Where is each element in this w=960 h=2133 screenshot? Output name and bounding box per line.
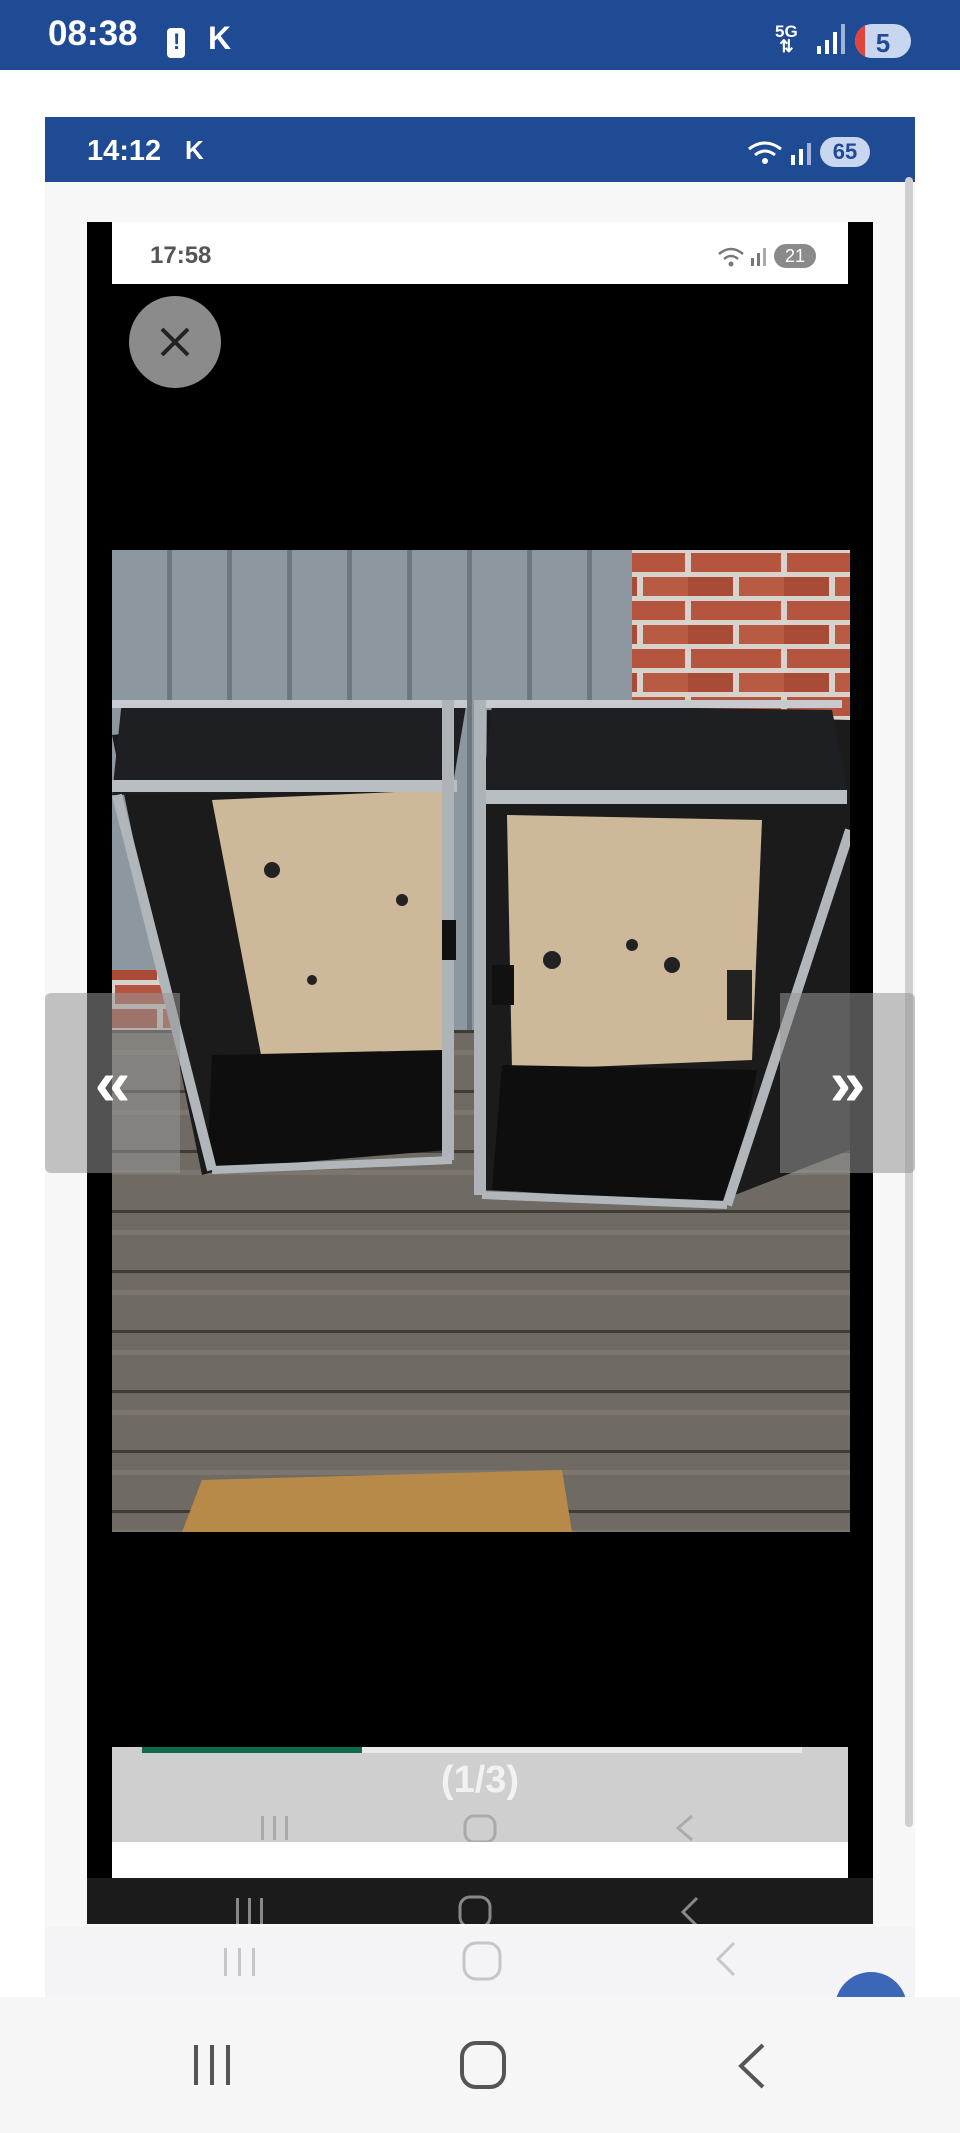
inner-battery-1: 65 — [820, 137, 870, 167]
back-icon — [715, 1941, 736, 1977]
inner-nav-bar-1 — [45, 1927, 915, 1997]
network-type-label: 5G — [775, 22, 798, 41]
inner-white-bar — [112, 1842, 848, 1878]
recents-icon — [224, 1948, 255, 1976]
signal-icon — [817, 24, 845, 54]
home-icon — [463, 1814, 497, 1842]
product-photo[interactable] — [112, 550, 850, 1532]
close-button[interactable] — [129, 296, 221, 388]
inner-time-1: 14:12 — [87, 135, 162, 167]
inner-status-bar-1: 14:12 K 65 — [45, 117, 915, 182]
navigation-bar — [0, 1997, 960, 2133]
recents-icon — [261, 1816, 288, 1840]
recents-icon — [236, 1898, 263, 1924]
wifi-signal-icon — [718, 247, 766, 267]
next-arrow-icon: » — [829, 1047, 866, 1119]
status-bar: 08:38 K 5G⇅ 5 — [0, 0, 960, 70]
close-icon — [160, 327, 190, 357]
image-viewer: 17:58 21 (1/3) — [87, 222, 873, 1924]
battery-icon: 5 — [855, 24, 911, 58]
inner-nav-bar-2 — [87, 1878, 873, 1924]
recents-icon[interactable] — [190, 2041, 234, 2089]
back-icon — [675, 1814, 693, 1842]
back-icon — [680, 1896, 699, 1924]
wifi-signal-icon — [748, 141, 811, 165]
inner-time-2: 17:58 — [150, 242, 212, 269]
status-time: 08:38 — [48, 14, 138, 53]
inner-status-bar-2: 17:58 21 — [112, 222, 848, 284]
inner-carrier-icon-1: K — [185, 135, 204, 165]
image-counter: (1/3) — [440, 1759, 520, 1801]
home-icon — [458, 1895, 492, 1924]
carrier-k-icon: K — [208, 20, 232, 56]
network-type-icon: 5G ⇅ — [775, 22, 798, 56]
next-image-button[interactable]: » — [780, 993, 915, 1173]
back-icon[interactable] — [735, 2041, 769, 2091]
inner-battery-2: 21 — [774, 244, 816, 268]
home-icon[interactable] — [458, 2039, 508, 2091]
previous-image-button[interactable]: « — [45, 993, 180, 1173]
home-icon — [462, 1941, 502, 1981]
battery-alert-icon — [167, 28, 185, 58]
previous-arrow-icon: « — [94, 1047, 131, 1119]
battery-level: 5 — [875, 28, 891, 58]
progress-remaining — [362, 1747, 802, 1753]
progress-seen — [142, 1747, 362, 1753]
inner-nav-bar-3 — [112, 1814, 848, 1842]
